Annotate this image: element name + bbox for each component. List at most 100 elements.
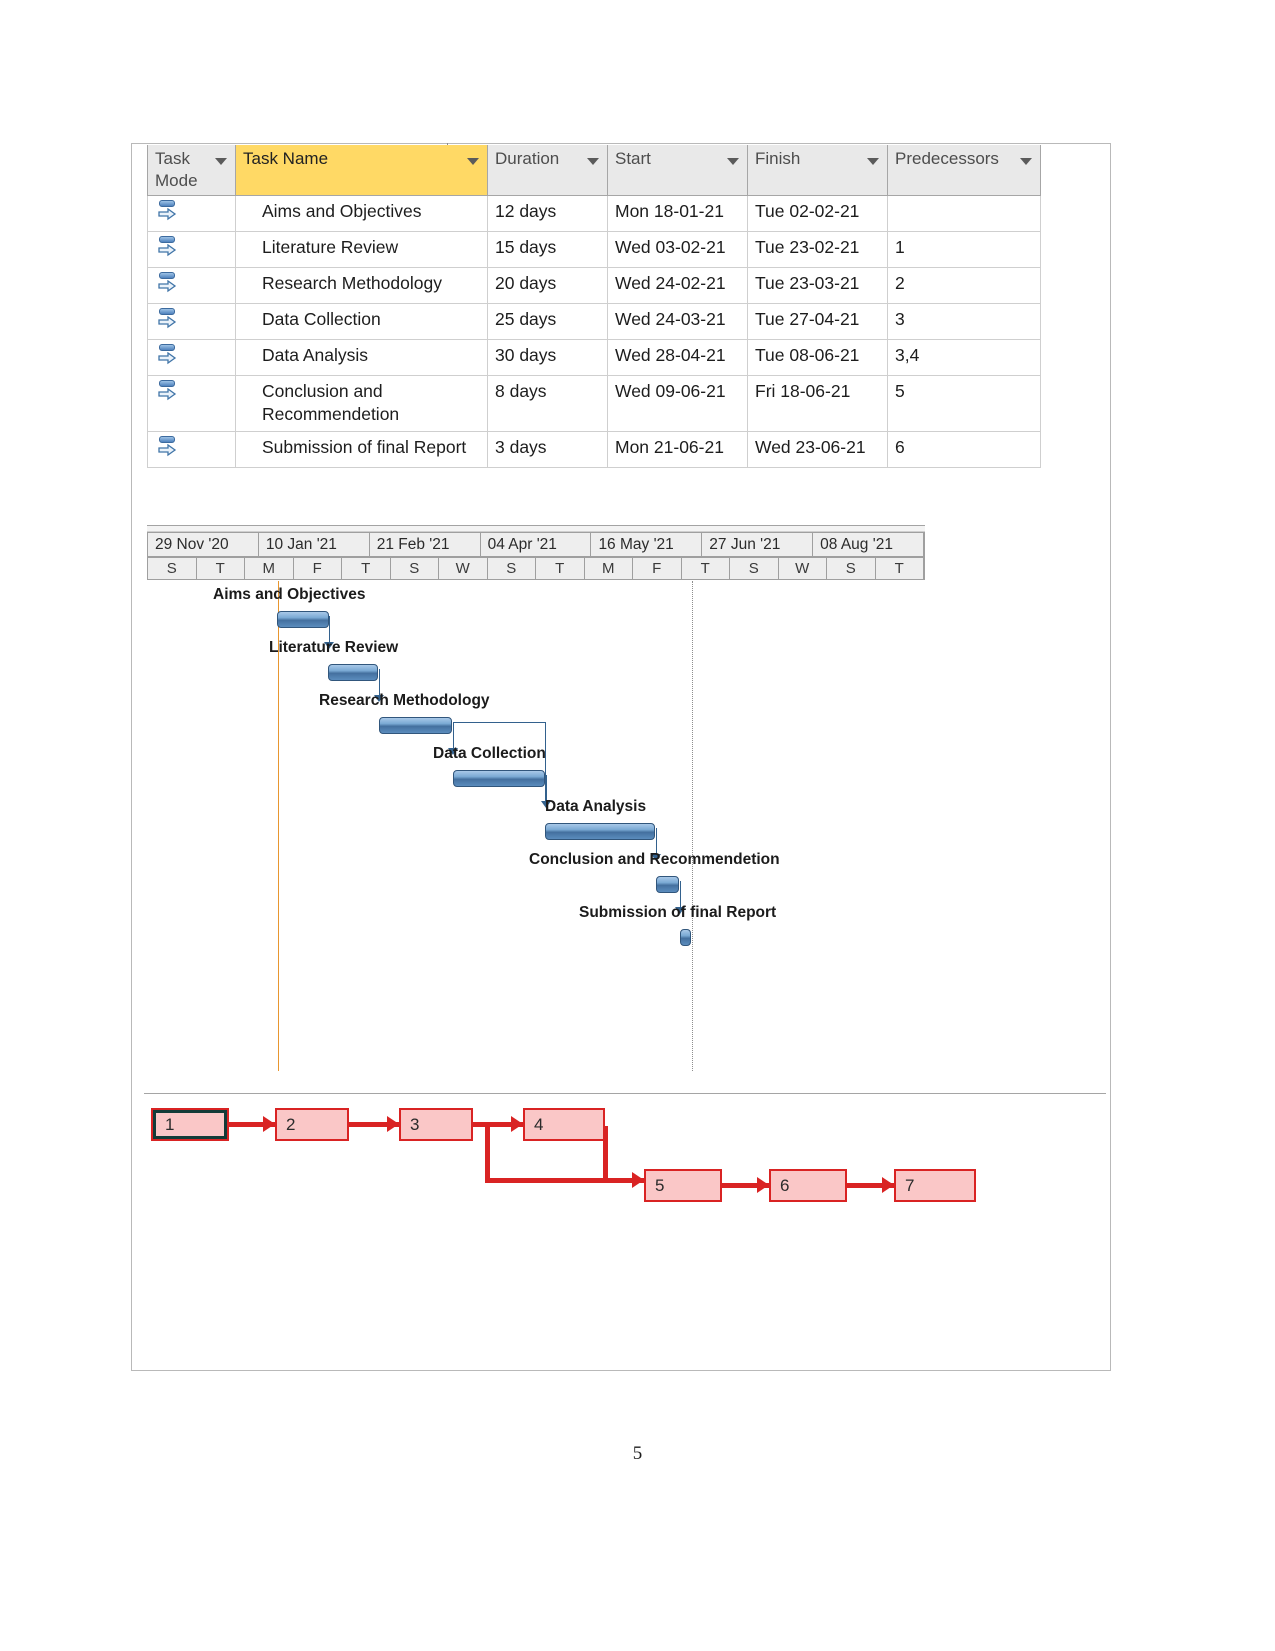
- timeline-minor-cell: F: [294, 558, 342, 579]
- task-name-cell[interactable]: Data Analysis: [235, 339, 488, 376]
- task-start-cell[interactable]: Wed 03-02-21: [607, 231, 748, 268]
- timeline-minor-cell: T: [876, 558, 924, 579]
- filter-dropdown-icon[interactable]: [867, 158, 879, 165]
- task-finish-cell[interactable]: Tue 08-06-21: [747, 339, 888, 376]
- task-finish-cell-text: Wed 23-06-21: [755, 436, 866, 457]
- task-predecessors-cell[interactable]: 5: [887, 375, 1041, 432]
- project-task-table: Task Mode Task Name Duration Start Finis…: [147, 145, 1041, 468]
- gantt-bar[interactable]: [328, 664, 378, 681]
- gantt-bar[interactable]: [277, 611, 329, 628]
- column-header-predecessors[interactable]: Predecessors: [887, 145, 1041, 196]
- table-row[interactable]: Literature Review 15 days Wed 03-02-21 Tue …: [147, 231, 1041, 268]
- table-row[interactable]: Submission of final Report 3 days Mon 21-0…: [147, 431, 1041, 468]
- filter-dropdown-icon[interactable]: [467, 158, 479, 165]
- network-node[interactable]: 5: [644, 1169, 722, 1202]
- table-row[interactable]: Conclusion and Recommendetion 8 days Wed 0…: [147, 375, 1041, 432]
- task-duration-cell[interactable]: 20 days: [487, 267, 608, 304]
- table-row[interactable]: Aims and Objectives 12 days Mon 18-01-21 Tu…: [147, 195, 1041, 232]
- task-name-cell[interactable]: Literature Review: [235, 231, 488, 268]
- task-mode-cell[interactable]: [147, 303, 236, 340]
- network-edge-5-6-arrow: [757, 1177, 769, 1193]
- network-node[interactable]: 6: [769, 1169, 847, 1202]
- gantt-bar[interactable]: [545, 823, 655, 840]
- gantt-bar[interactable]: [680, 929, 691, 946]
- task-duration-cell[interactable]: 30 days: [487, 339, 608, 376]
- task-predecessors-cell[interactable]: 1: [887, 231, 1041, 268]
- task-start-cell[interactable]: Wed 09-06-21: [607, 375, 748, 432]
- task-finish-cell[interactable]: Wed 23-06-21: [747, 431, 888, 468]
- gantt-bar[interactable]: [379, 717, 452, 734]
- task-name-cell[interactable]: Data Collection: [235, 303, 488, 340]
- network-node[interactable]: 7: [894, 1169, 976, 1202]
- gantt-bar[interactable]: [656, 876, 679, 893]
- task-finish-cell[interactable]: Tue 02-02-21: [747, 195, 888, 232]
- task-mode-cell[interactable]: [147, 375, 236, 432]
- task-mode-cell[interactable]: [147, 267, 236, 304]
- gantt-bar-label: Aims and Objectives: [213, 586, 366, 603]
- column-header-start[interactable]: Start: [607, 145, 748, 196]
- filter-dropdown-icon[interactable]: [727, 158, 739, 165]
- task-finish-cell-text: Tue 23-03-21: [755, 273, 860, 293]
- gantt-bar[interactable]: [453, 770, 545, 787]
- task-finish-cell[interactable]: Tue 27-04-21: [747, 303, 888, 340]
- task-start-cell-text: Wed 09-06-21: [615, 381, 726, 401]
- column-header-duration[interactable]: Duration: [487, 145, 608, 196]
- table-row[interactable]: Data Collection 25 days Wed 24-03-21 Tue 27…: [147, 303, 1041, 340]
- task-start-cell[interactable]: Wed 24-03-21: [607, 303, 748, 340]
- task-finish-cell-text: Tue 23-02-21: [755, 237, 860, 257]
- task-predecessors-cell[interactable]: 2: [887, 267, 1041, 304]
- timeline-minor-cell: T: [197, 558, 245, 579]
- network-edge-2-3-arrow: [387, 1116, 399, 1132]
- auto-schedule-icon: [158, 306, 180, 332]
- task-mode-cell[interactable]: [147, 195, 236, 232]
- task-predecessors-cell[interactable]: 3,4: [887, 339, 1041, 376]
- network-node[interactable]: 2: [275, 1108, 349, 1141]
- task-finish-cell[interactable]: Tue 23-03-21: [747, 267, 888, 304]
- task-name-cell[interactable]: Conclusion and Recommendetion: [235, 375, 488, 432]
- filter-dropdown-icon[interactable]: [215, 158, 227, 165]
- task-duration-cell[interactable]: 8 days: [487, 375, 608, 432]
- task-duration-cell[interactable]: 12 days: [487, 195, 608, 232]
- task-name-cell[interactable]: Aims and Objectives: [235, 195, 488, 232]
- table-row[interactable]: Research Methodology 20 days Wed 24-02-21 T…: [147, 267, 1041, 304]
- task-duration-cell[interactable]: 3 days: [487, 431, 608, 468]
- gantt-bar-label: Conclusion and Recommendetion: [529, 851, 780, 868]
- auto-schedule-icon: [158, 270, 180, 296]
- task-name-cell[interactable]: Research Methodology: [235, 267, 488, 304]
- column-header-finish[interactable]: Finish: [747, 145, 888, 196]
- gantt-bars-area: Aims and Objectives Literature Review Rese…: [147, 581, 925, 1081]
- task-start-cell[interactable]: Wed 28-04-21: [607, 339, 748, 376]
- task-start-cell-text: Wed 24-02-21: [615, 273, 726, 293]
- table-row[interactable]: Data Analysis 30 days Wed 28-04-21 Tue 08-0…: [147, 339, 1041, 376]
- status-line: [692, 581, 693, 1071]
- task-predecessors-cell[interactable]: 6: [887, 431, 1041, 468]
- task-predecessors-cell[interactable]: [887, 195, 1041, 232]
- task-start-cell[interactable]: Mon 18-01-21: [607, 195, 748, 232]
- network-edge-6-7-arrow: [882, 1177, 894, 1193]
- task-name-cell[interactable]: Submission of final Report: [235, 431, 488, 468]
- task-finish-cell[interactable]: Fri 18-06-21: [747, 375, 888, 432]
- task-mode-cell[interactable]: [147, 231, 236, 268]
- task-duration-cell[interactable]: 15 days: [487, 231, 608, 268]
- timeline-minor-cell: S: [148, 558, 197, 579]
- task-table-body: Aims and Objectives 12 days Mon 18-01-21 Tu…: [147, 195, 1041, 468]
- task-duration-cell-text: 8 days: [495, 381, 547, 401]
- task-duration-cell[interactable]: 25 days: [487, 303, 608, 340]
- task-start-cell[interactable]: Wed 24-02-21: [607, 267, 748, 304]
- task-predecessors-cell[interactable]: 3: [887, 303, 1041, 340]
- column-header-task-name[interactable]: Task Name: [235, 145, 488, 196]
- task-start-cell[interactable]: Mon 21-06-21: [607, 431, 748, 468]
- task-predecessors-cell-text: 5: [895, 381, 905, 401]
- column-header-task-mode[interactable]: Task Mode: [147, 145, 236, 196]
- task-finish-cell[interactable]: Tue 23-02-21: [747, 231, 888, 268]
- filter-dropdown-icon[interactable]: [1020, 158, 1032, 165]
- network-node[interactable]: 3: [399, 1108, 473, 1141]
- task-mode-cell[interactable]: [147, 339, 236, 376]
- network-node[interactable]: 1: [151, 1108, 229, 1141]
- filter-dropdown-icon[interactable]: [587, 158, 599, 165]
- gantt-link-3-5-horizontal: [453, 722, 546, 723]
- timeline-minor-cell: M: [585, 558, 633, 579]
- task-mode-cell[interactable]: [147, 431, 236, 468]
- network-node[interactable]: 4: [523, 1108, 605, 1141]
- column-header-predecessors-label: Predecessors: [895, 149, 999, 168]
